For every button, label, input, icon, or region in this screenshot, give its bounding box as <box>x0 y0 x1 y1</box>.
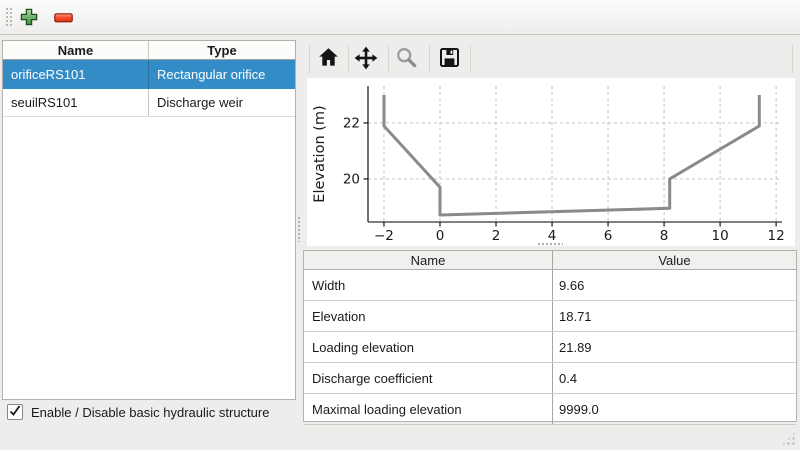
toolbar-separator <box>388 45 389 73</box>
structure-name: orificeRS101 <box>3 60 149 89</box>
minus-icon <box>54 11 73 26</box>
remove-structure-button[interactable] <box>52 7 74 29</box>
param-row-width: Width 9.66 <box>304 270 796 301</box>
param-row-loading-elevation: Loading elevation 21.89 <box>304 332 796 363</box>
param-name: Loading elevation <box>304 332 553 362</box>
toolbar-separator <box>348 45 349 73</box>
toolbar-drag-handle[interactable] <box>5 7 13 28</box>
y-tick-label: 20 <box>343 171 360 187</box>
toolbar-separator <box>470 45 471 73</box>
y-axis-label: Elevation (m) <box>312 105 328 202</box>
cross-section-chart[interactable]: −20246810122022Elevation (m) <box>307 78 795 246</box>
plus-icon <box>20 8 38 29</box>
param-name: Discharge coefficient <box>304 363 553 393</box>
plot-zoom-button[interactable] <box>393 46 419 72</box>
structure-type: Rectangular orifice <box>149 60 295 89</box>
parameters-table-header: Name Value <box>304 251 796 270</box>
plot-home-button[interactable] <box>315 46 341 72</box>
enable-structure-label: Enable / Disable basic hydraulic structu… <box>31 405 269 420</box>
window-resize-grip[interactable] <box>781 431 796 446</box>
param-value[interactable]: 18.71 <box>553 301 796 331</box>
home-icon <box>317 46 340 72</box>
param-row-discharge-coefficient: Discharge coefficient 0.4 <box>304 363 796 394</box>
main-toolbar <box>0 0 800 35</box>
plot-save-button[interactable] <box>436 46 462 72</box>
parameters-table: Name Value Width 9.66 Elevation 18.71 Lo… <box>303 250 797 422</box>
column-header-value[interactable]: Value <box>553 251 796 269</box>
x-tick-label: 2 <box>492 228 501 244</box>
param-name: Width <box>304 270 553 300</box>
toolbar-separator <box>792 45 793 73</box>
param-name: Elevation <box>304 301 553 331</box>
param-value[interactable]: 0.4 <box>553 363 796 393</box>
y-tick-label: 22 <box>343 115 360 131</box>
x-tick-label: 12 <box>768 228 785 244</box>
horizontal-splitter-handle[interactable] <box>537 242 563 247</box>
x-tick-label: −2 <box>374 228 394 244</box>
x-tick-label: 8 <box>660 228 669 244</box>
param-value[interactable]: 9.66 <box>553 270 796 300</box>
param-value[interactable]: 9999.0 <box>553 394 796 424</box>
table-row-orifice[interactable]: orificeRS101 Rectangular orifice <box>3 60 295 89</box>
enable-structure-checkbox[interactable] <box>7 404 23 420</box>
enable-structure-row: Enable / Disable basic hydraulic structu… <box>7 404 269 420</box>
structure-type: Discharge weir <box>149 89 295 116</box>
move-arrows-icon <box>354 46 378 73</box>
param-name: Maximal loading elevation <box>304 394 553 424</box>
param-row-maximal-loading-elevation: Maximal loading elevation 9999.0 <box>304 394 796 425</box>
toolbar-separator <box>429 45 430 73</box>
param-value[interactable]: 21.89 <box>553 332 796 362</box>
structures-table-header: Name Type <box>3 41 295 60</box>
column-header-name[interactable]: Name <box>3 41 149 59</box>
toolbar-separator <box>309 45 310 73</box>
add-structure-button[interactable] <box>18 7 40 29</box>
column-header-name[interactable]: Name <box>304 251 553 269</box>
param-row-elevation: Elevation 18.71 <box>304 301 796 332</box>
column-header-type[interactable]: Type <box>149 41 295 59</box>
x-tick-label: 0 <box>436 228 445 244</box>
save-icon <box>438 46 461 72</box>
magnifier-icon <box>395 46 418 72</box>
structure-name: seuilRS101 <box>3 89 149 116</box>
structures-table: Name Type orificeRS101 Rectangular orifi… <box>2 40 296 400</box>
checkmark-icon <box>9 405 21 420</box>
table-row-weir[interactable]: seuilRS101 Discharge weir <box>3 89 295 117</box>
plot-pan-button[interactable] <box>353 46 379 72</box>
vertical-splitter-handle[interactable] <box>297 216 302 242</box>
x-tick-label: 6 <box>604 228 613 244</box>
x-tick-label: 10 <box>712 228 729 244</box>
